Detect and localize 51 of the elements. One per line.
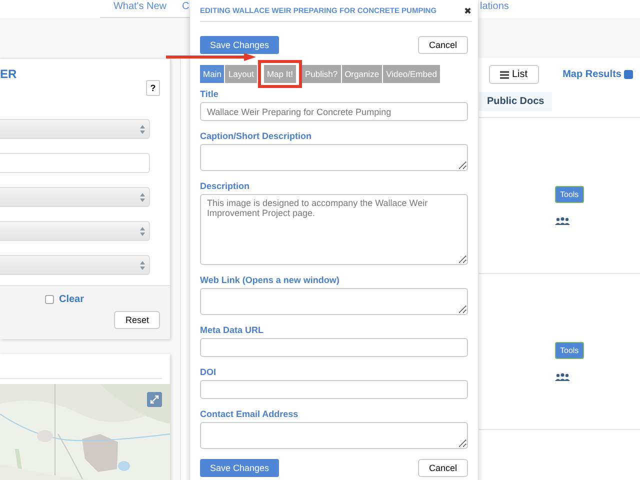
tools-button[interactable]: Tools: [555, 342, 584, 359]
field-label: DOI: [200, 367, 218, 377]
text-area[interactable]: [200, 422, 468, 449]
save-button[interactable]: Save Changes: [200, 36, 280, 54]
list-button[interactable]: List: [489, 65, 539, 84]
cancel-button[interactable]: Cancel: [418, 36, 468, 54]
expand-icon[interactable]: [147, 392, 162, 407]
people-icon[interactable]: [555, 217, 570, 225]
column-header: Public Docs: [479, 92, 552, 111]
stepper-icon: [140, 260, 145, 270]
nav-link[interactable]: What's New: [100, 0, 180, 18]
field-label: Description: [200, 181, 251, 191]
map-results-label: Map Results: [562, 69, 622, 80]
tab[interactable]: Main: [200, 65, 226, 83]
select-field[interactable]: [0, 119, 150, 139]
stepper-icon: [140, 226, 145, 236]
field-label: Caption/Short Description: [200, 131, 313, 141]
tab[interactable]: Video/Embed: [383, 65, 441, 83]
text-input[interactable]: Wallace Weir Preparing for Concrete Pumping: [200, 102, 468, 121]
tools-button[interactable]: Tools: [555, 186, 584, 203]
cancel-button[interactable]: Cancel: [418, 459, 468, 477]
text-input[interactable]: [200, 380, 468, 399]
field-label: Contact Email Address: [200, 409, 300, 419]
text-area[interactable]: [200, 144, 468, 171]
people-icon[interactable]: [555, 373, 570, 381]
reset-button[interactable]: Reset: [114, 311, 160, 329]
help-button[interactable]: ?: [146, 80, 160, 96]
select-field[interactable]: [0, 187, 150, 207]
save-button[interactable]: Save Changes: [200, 459, 280, 477]
clear-link[interactable]: Clear: [58, 294, 84, 305]
select-field[interactable]: [0, 255, 150, 275]
list-icon: [500, 70, 509, 78]
panel-title: ER: [0, 67, 17, 81]
field-label: Web Link (Opens a new window): [200, 275, 340, 285]
field-label: Title: [200, 89, 220, 99]
tab[interactable]: Publish?: [302, 65, 342, 83]
tab[interactable]: Map It!: [262, 65, 297, 83]
select-field[interactable]: [0, 221, 150, 241]
stepper-icon: [140, 124, 145, 134]
text-area[interactable]: [200, 288, 468, 315]
tab[interactable]: Layout: [225, 65, 258, 83]
stepper-icon: [140, 192, 145, 202]
field-label: Meta Data URL: [200, 325, 265, 335]
checkbox[interactable]: [624, 70, 634, 79]
nav-link[interactable]: lations: [476, 0, 640, 18]
text-input[interactable]: [200, 338, 468, 357]
text-area[interactable]: This image is designed to accompany the Wallace Weir Improvement Project page.: [200, 194, 468, 265]
checkbox[interactable]: [44, 295, 54, 304]
tab[interactable]: Organize: [342, 65, 384, 83]
input-field[interactable]: [0, 153, 150, 173]
close-button[interactable]: ✖: [464, 6, 472, 16]
